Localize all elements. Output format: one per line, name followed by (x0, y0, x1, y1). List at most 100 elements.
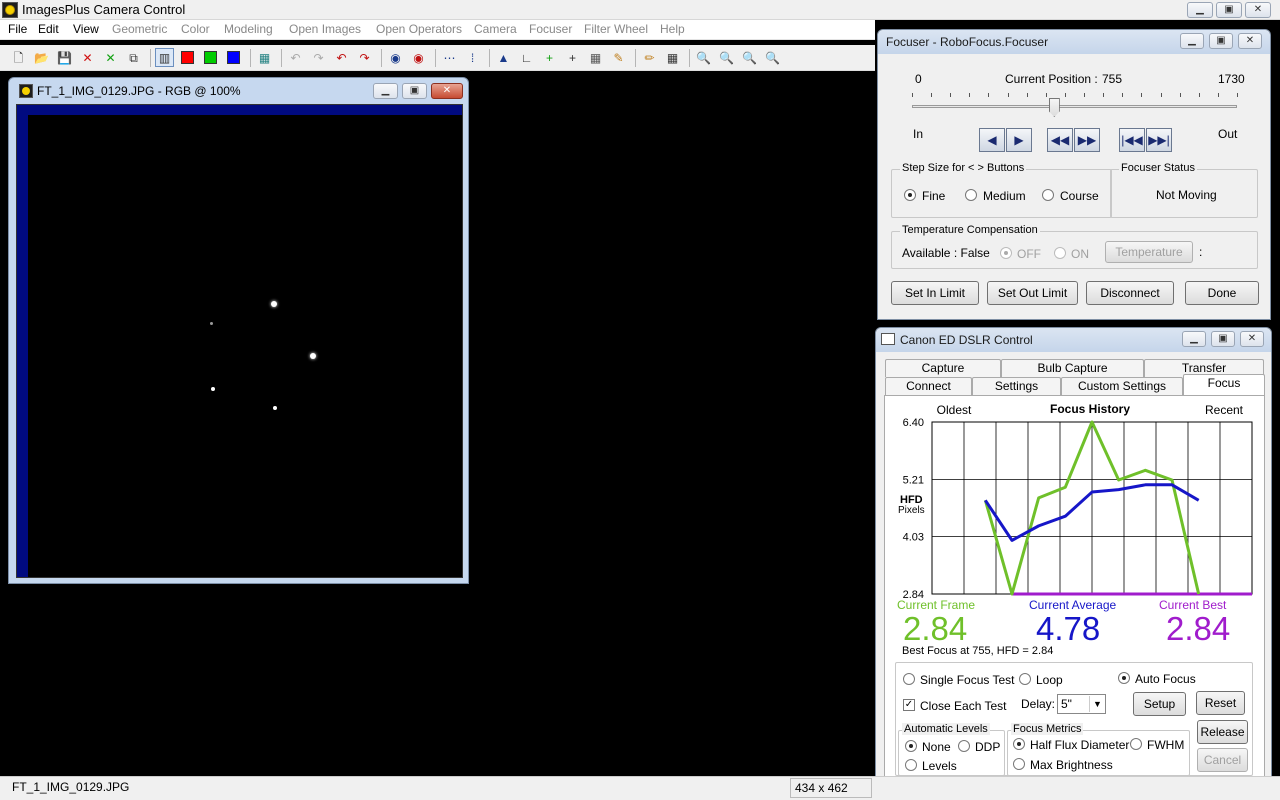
step-course-radio[interactable] (1042, 189, 1054, 201)
menu-open-images[interactable]: Open Images (289, 22, 361, 36)
disconnect-button[interactable]: Disconnect (1086, 281, 1174, 305)
close-all-icon[interactable]: ✕ (101, 48, 120, 67)
focuser-close-button[interactable]: ✕ (1238, 33, 1262, 49)
redo-red-icon[interactable]: ↷ (355, 48, 374, 67)
menu-file[interactable]: File (8, 22, 27, 36)
levels-none-radio[interactable] (905, 740, 917, 752)
red-channel-icon[interactable] (178, 48, 197, 67)
levels-levels-radio[interactable] (905, 759, 917, 771)
paint-icon[interactable]: ✎ (609, 48, 628, 67)
image-close-button[interactable]: ✕ (431, 83, 463, 99)
temp-on-radio[interactable] (1054, 247, 1066, 259)
close-image-icon[interactable]: ✕ (78, 48, 97, 67)
star-remove-icon[interactable]: ◉ (409, 48, 428, 67)
zoom-fit-icon[interactable]: 🔍 (740, 48, 759, 67)
tab-bulb-capture[interactable]: Bulb Capture (1001, 359, 1144, 377)
focuser-minimize-button[interactable]: ▁ (1180, 33, 1204, 49)
toolbar: 🗋 📂 💾 ✕ ✕ ⧉ ▥ ▦ ↶ ↷ ↶ ↷ ◉ ◉ ⋯ ⁞ ▲ ∟ + + ▦ ✎ ✏ ▦ 🔍 🔍 🔍 🔍 (0, 45, 875, 71)
tab-custom-settings[interactable]: Custom Settings (1061, 377, 1183, 395)
minimize-button[interactable]: ▁ (1187, 2, 1213, 18)
undo-icon[interactable]: ↶ (286, 48, 305, 67)
fast-in-button[interactable]: ◀◀ (1047, 128, 1073, 152)
loop-radio[interactable] (1019, 673, 1031, 685)
menu-help[interactable]: Help (660, 22, 685, 36)
histogram-icon[interactable]: ▲ (494, 48, 513, 67)
new-file-icon[interactable]: 🗋 (9, 48, 28, 67)
step-medium-radio[interactable] (965, 189, 977, 201)
set-in-limit-button[interactable]: Set In Limit (891, 281, 979, 305)
zoom-actual-icon[interactable]: 🔍 (763, 48, 782, 67)
dslr-close-button[interactable]: ✕ (1240, 331, 1264, 347)
limit-in-button[interactable]: |◀◀ (1119, 128, 1145, 152)
menu-filter-wheel[interactable]: Filter Wheel (584, 22, 648, 36)
point-icon[interactable]: ⁞ (463, 48, 482, 67)
dslr-maximize-button[interactable]: ▣ (1211, 331, 1235, 347)
menu-modeling[interactable]: Modeling (224, 22, 273, 36)
green-channel-icon[interactable] (201, 48, 220, 67)
tab-settings[interactable]: Settings (972, 377, 1061, 395)
fast-out-button[interactable]: ▶▶ (1074, 128, 1100, 152)
setup-button[interactable]: Setup (1133, 692, 1186, 716)
grid-icon[interactable]: ▦ (255, 48, 274, 67)
release-button[interactable]: Release (1197, 720, 1248, 744)
menu-camera[interactable]: Camera (474, 22, 517, 36)
focuser-maximize-button[interactable]: ▣ (1209, 33, 1233, 49)
redo-icon[interactable]: ↷ (309, 48, 328, 67)
set-out-limit-button[interactable]: Set Out Limit (987, 281, 1078, 305)
menu-color[interactable]: Color (181, 22, 210, 36)
zoom-out-icon[interactable]: 🔍 (717, 48, 736, 67)
menu-view[interactable]: View (73, 22, 99, 36)
pencil-icon[interactable]: ✏ (640, 48, 659, 67)
tab-focus[interactable]: Focus (1183, 374, 1265, 395)
metric-fwhm-radio[interactable] (1130, 738, 1142, 750)
close-each-test-checkbox[interactable]: ✓ (903, 699, 915, 711)
limit-out-button[interactable]: ▶▶| (1146, 128, 1172, 152)
levels-ddp-radio[interactable] (958, 740, 970, 752)
image-window[interactable]: FT_1_IMG_0129.JPG - RGB @ 100% ▁ ▣ ✕ (8, 77, 469, 584)
menu-edit[interactable]: Edit (38, 22, 59, 36)
single-focus-test-radio[interactable] (903, 673, 915, 685)
rgb-channel-icon[interactable]: ▥ (155, 48, 174, 67)
undo-red-icon[interactable]: ↶ (332, 48, 351, 67)
image-maximize-button[interactable]: ▣ (402, 83, 427, 99)
table-icon[interactable]: ▦ (663, 48, 682, 67)
tab-capture[interactable]: Capture (885, 359, 1001, 377)
save-icon[interactable]: 💾 (55, 48, 74, 67)
tab-connect[interactable]: Connect (885, 377, 972, 395)
cancel-button[interactable]: Cancel (1197, 748, 1248, 772)
metric-max-radio[interactable] (1013, 758, 1025, 770)
duplicate-icon[interactable]: ⧉ (124, 48, 143, 67)
menu-open-operators[interactable]: Open Operators (376, 22, 462, 36)
automatic-levels-label: Automatic Levels (902, 723, 990, 735)
calculator-icon[interactable]: ▦ (586, 48, 605, 67)
menu-geometric[interactable]: Geometric (112, 22, 167, 36)
zoom-in-icon[interactable]: 🔍 (694, 48, 713, 67)
close-button[interactable]: ✕ (1245, 2, 1271, 18)
maximize-button[interactable]: ▣ (1216, 2, 1242, 18)
reset-button[interactable]: Reset (1196, 691, 1245, 715)
auto-focus-radio[interactable] (1118, 672, 1130, 684)
menu-focuser[interactable]: Focuser (529, 22, 572, 36)
star-image[interactable] (28, 115, 462, 577)
metric-hfd-radio[interactable] (1013, 738, 1025, 750)
blue-channel-icon[interactable] (224, 48, 243, 67)
done-button[interactable]: Done (1185, 281, 1259, 305)
step-out-button[interactable]: ▶ (1006, 128, 1032, 152)
curve-icon[interactable]: ∟ (517, 48, 536, 67)
dots-icon[interactable]: ⋯ (440, 48, 459, 67)
step-in-button[interactable]: ◀ (979, 128, 1005, 152)
position-slider[interactable] (912, 93, 1238, 117)
crosshair-green-icon[interactable]: + (540, 48, 559, 67)
slider-thumb[interactable] (1048, 98, 1060, 117)
image-minimize-button[interactable]: ▁ (373, 83, 398, 99)
dslr-minimize-button[interactable]: ▁ (1182, 331, 1206, 347)
star-select-icon[interactable]: ◉ (386, 48, 405, 67)
temp-off-radio[interactable] (1000, 247, 1012, 259)
crosshair-icon[interactable]: + (563, 48, 582, 67)
chevron-down-icon[interactable]: ▼ (1089, 696, 1105, 712)
temperature-button[interactable]: Temperature (1105, 241, 1193, 263)
open-folder-icon[interactable]: 📂 (32, 48, 51, 67)
delay-select[interactable]: 5" ▼ (1057, 694, 1106, 714)
step-fine-label: Fine (922, 189, 946, 203)
step-fine-radio[interactable] (904, 189, 916, 201)
